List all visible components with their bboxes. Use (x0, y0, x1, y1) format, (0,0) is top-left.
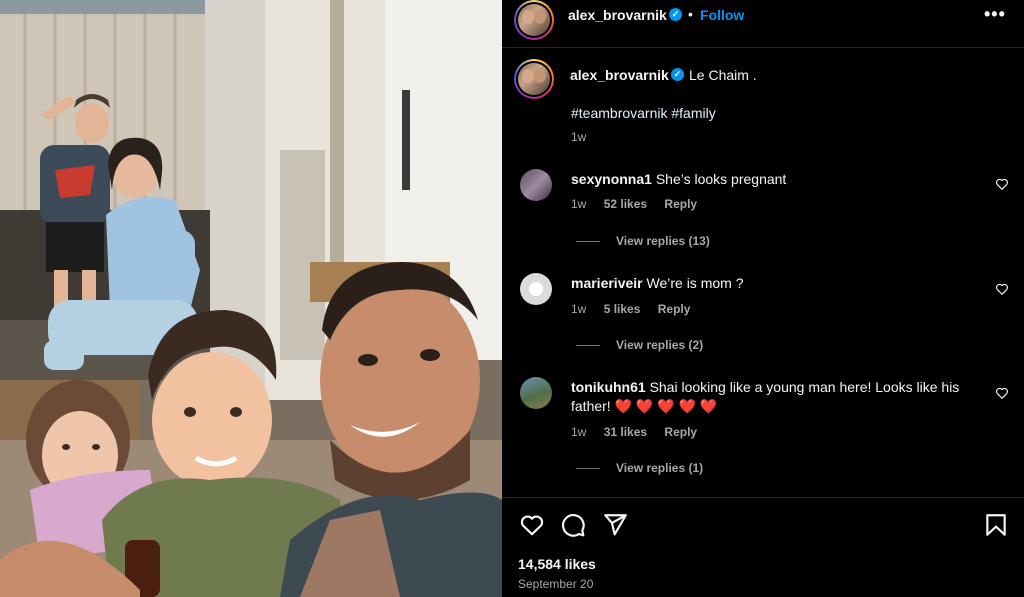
author-username[interactable]: alex_brovarnik (568, 7, 667, 23)
comment-time[interactable]: 1w (571, 302, 586, 316)
comment-likes[interactable]: 52 likes (604, 197, 647, 211)
comment-body: marieriveir We’re is mom ? (571, 274, 981, 293)
caption-author-avatar[interactable] (514, 59, 554, 99)
comment-meta: 1w 5 likes Reply (571, 302, 704, 316)
follow-button[interactable]: Follow (700, 7, 744, 23)
view-replies-label[interactable]: View replies (2) (616, 338, 703, 352)
family-selfie-image (0, 0, 502, 597)
comment-icon[interactable] (560, 512, 586, 538)
post-detail-panel: alex_brovarnik ✓ • Follow ••• alex_brova… (502, 0, 1024, 597)
comment-body: sexynonna1 She’s looks pregnant (571, 170, 981, 189)
comment-username[interactable]: marieriveir (571, 275, 643, 291)
view-replies-button[interactable]: View replies (1) (576, 461, 703, 475)
comment-reply-button[interactable]: Reply (664, 197, 697, 211)
comment-time[interactable]: 1w (571, 197, 586, 211)
comment-reply-button[interactable]: Reply (664, 425, 697, 439)
comment-like-heart-icon[interactable] (995, 386, 1009, 400)
caption-verified-badge-icon: ✓ (671, 68, 684, 81)
post-header: alex_brovarnik ✓ • Follow ••• (502, 0, 1024, 48)
view-replies-label[interactable]: View replies (1) (616, 461, 703, 475)
heart-icon[interactable] (519, 512, 545, 538)
caption-hashtags[interactable]: #teambrovarnik #family (571, 105, 716, 121)
comment-like-heart-icon[interactable] (995, 282, 1009, 296)
post-actions: 14,584 likes September 20 (502, 497, 1024, 597)
comment-username[interactable]: tonikuhn61 (571, 379, 646, 395)
author-avatar[interactable] (514, 0, 554, 40)
comment-text: We’re is mom ? (646, 275, 744, 291)
caption-text: Le Chaim . (689, 67, 757, 83)
post-date[interactable]: September 20 (518, 577, 593, 591)
share-icon[interactable] (602, 512, 628, 538)
comment-text: She’s looks pregnant (655, 171, 787, 187)
comment-meta: 1w 31 likes Reply (571, 425, 711, 439)
comment-likes[interactable]: 31 likes (604, 425, 647, 439)
comment-like-heart-icon[interactable] (995, 177, 1009, 191)
comment-avatar[interactable] (520, 273, 552, 305)
separator-dot: • (688, 6, 693, 22)
view-replies-button[interactable]: View replies (13) (576, 234, 710, 248)
comment-avatar[interactable] (520, 377, 552, 409)
caption-time[interactable]: 1w (571, 130, 586, 144)
bookmark-icon[interactable] (983, 512, 1009, 538)
post-photo[interactable] (0, 0, 502, 597)
comment-time[interactable]: 1w (571, 425, 586, 439)
verified-badge-icon: ✓ (669, 8, 682, 21)
comment-username[interactable]: sexynonna1 (571, 171, 652, 187)
comment-likes[interactable]: 5 likes (604, 302, 641, 316)
comment-avatar[interactable] (520, 169, 552, 201)
view-replies-button[interactable]: View replies (2) (576, 338, 703, 352)
view-replies-label[interactable]: View replies (13) (616, 234, 710, 248)
caption-username[interactable]: alex_brovarnik (570, 67, 669, 83)
likes-count[interactable]: 14,584 likes (518, 556, 596, 572)
comment-body: tonikuhn61 Shai looking like a young man… (571, 378, 981, 416)
comment-meta: 1w 52 likes Reply (571, 197, 711, 211)
more-options-icon[interactable]: ••• (984, 4, 1006, 25)
comment-reply-button[interactable]: Reply (658, 302, 691, 316)
